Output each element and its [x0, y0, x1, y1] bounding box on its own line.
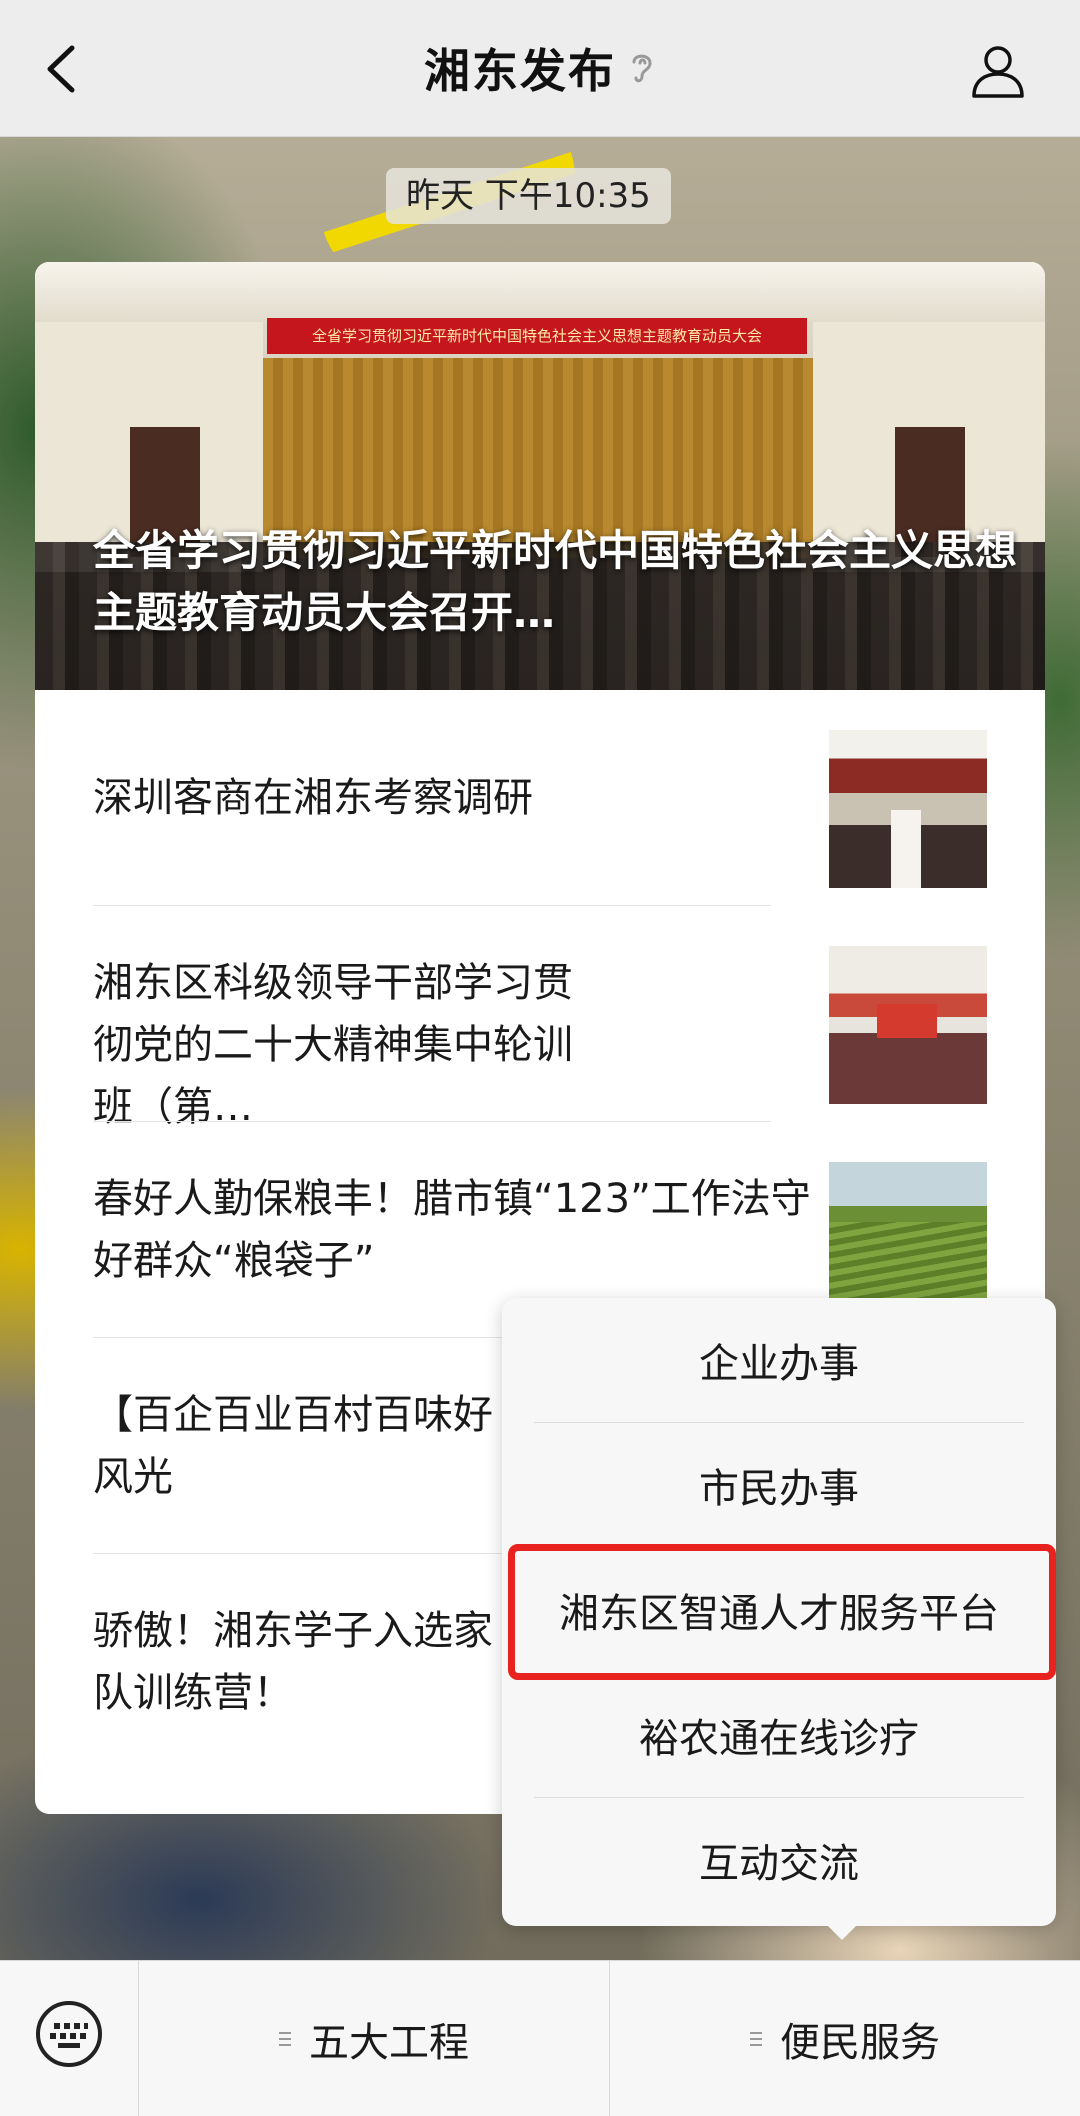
menu-lines-icon — [750, 2031, 762, 2046]
list-item-title: 骄傲！湘东学子入选家队训练营！ — [93, 1608, 493, 1716]
list-item-title: 湘东区科级领导干部学习贯彻党的二十大精神集中轮训班（第… — [93, 960, 573, 1130]
menu-pointer — [826, 1924, 858, 1940]
menu-tab-five-projects[interactable]: 五大工程 — [139, 1961, 609, 2116]
page-title: 湘东发布 — [424, 44, 616, 98]
article-thumbnail — [829, 1162, 987, 1320]
menu-lines-icon — [279, 2031, 291, 2046]
menu-item-enterprise-services[interactable]: 企业办事 — [502, 1298, 1056, 1422]
list-item[interactable]: 湘东区科级领导干部学习贯彻党的二十大精神集中轮训班（第… — [35, 906, 1045, 1130]
list-item-title: 【百企百业百村百味好风光 — [93, 1392, 493, 1500]
menu-item-online-diagnosis[interactable]: 裕农通在线诊疗 — [502, 1673, 1056, 1797]
highlight-annotation — [508, 1544, 1056, 1680]
menu-item-citizen-services[interactable]: 市民办事 — [502, 1423, 1056, 1547]
article-thumbnail — [829, 730, 987, 888]
profile-button[interactable] — [968, 40, 1028, 100]
hero-article[interactable]: 全省学习贯彻习近平新时代中国特色社会主义思想主题教育动员大会 全省学习贯彻习近平… — [35, 262, 1045, 690]
menu-tab-label: 便民服务 — [780, 2019, 940, 2066]
person-icon — [972, 46, 1024, 98]
menu-tab-public-services[interactable]: 便民服务 — [610, 1961, 1080, 2116]
ear-icon — [632, 54, 652, 83]
message-timestamp: 昨天 下午10:35 — [386, 168, 671, 224]
hero-image-banner: 全省学习贯彻习近平新时代中国特色社会主义思想主题教育动员大会 — [267, 318, 807, 354]
keyboard-toggle-button[interactable] — [34, 1999, 104, 2069]
menu-item-interaction[interactable]: 互动交流 — [502, 1798, 1056, 1922]
hero-title: 全省学习贯彻习近平新时代中国特色社会主义思想主题教育动员大会召开… — [93, 526, 1018, 637]
list-item[interactable]: 深圳客商在湘东考察调研 — [35, 690, 1045, 906]
list-item-title: 深圳客商在湘东考察调研 — [93, 775, 533, 821]
top-nav-bar: 湘东发布 — [0, 0, 1080, 137]
list-item-title: 春好人勤保粮丰！腊市镇“123”工作法守好群众“粮袋子” — [93, 1176, 811, 1284]
menu-tab-label: 五大工程 — [309, 2019, 469, 2066]
article-thumbnail — [829, 946, 987, 1104]
hero-image-part — [35, 262, 1045, 322]
keyboard-icon — [36, 2001, 102, 2067]
bottom-menu-bar: 五大工程 便民服务 — [0, 1960, 1080, 2116]
